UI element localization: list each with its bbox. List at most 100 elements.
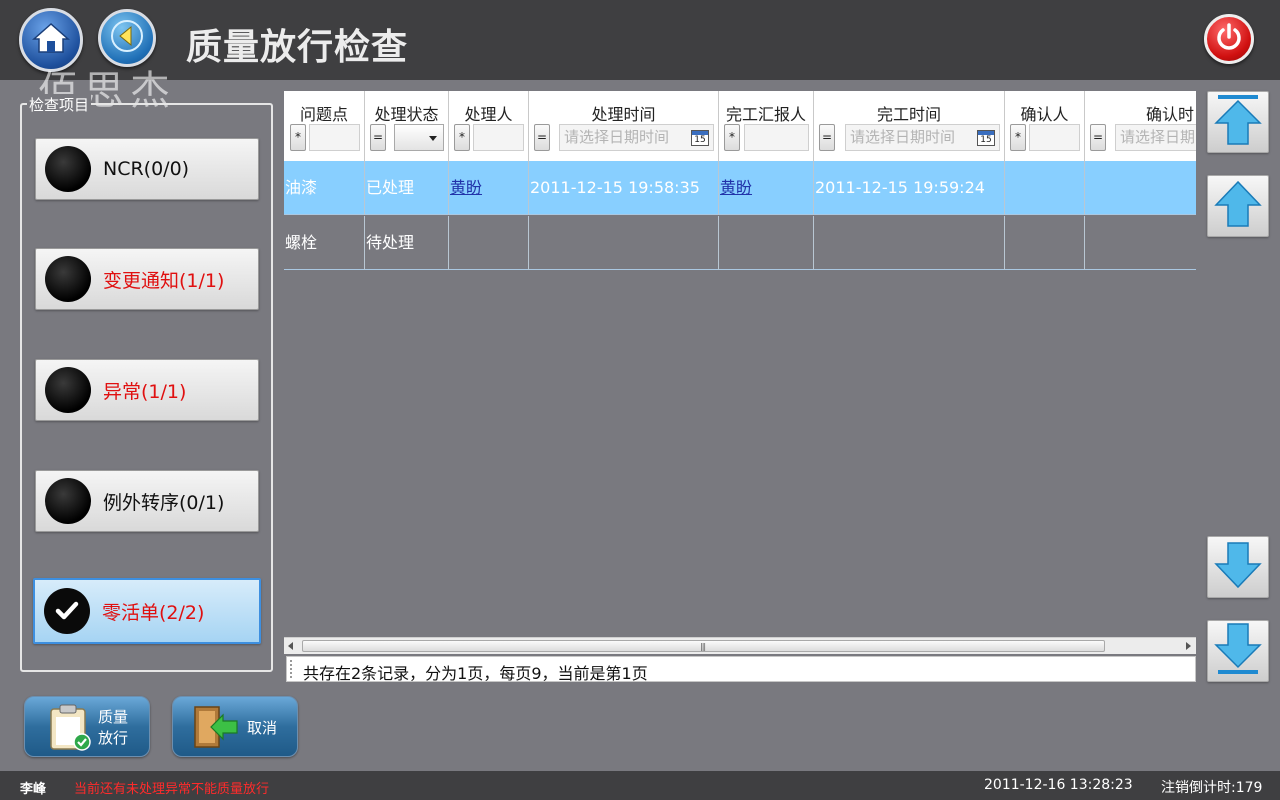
home-icon xyxy=(32,21,70,59)
scroll-top-button[interactable] xyxy=(1207,91,1269,153)
arrow-down-icon xyxy=(1212,539,1264,595)
table-cell: 2011-12-15 19:59:24 xyxy=(814,161,1005,215)
calendar-icon[interactable]: 15 xyxy=(691,130,709,146)
filter-operator-button[interactable]: = xyxy=(1090,124,1106,151)
table-row[interactable]: 油漆 已处理 黄盼 2011-12-15 19:58:35 黄盼 2011-12… xyxy=(284,161,1196,215)
filter-operator-button[interactable]: * xyxy=(1010,124,1026,151)
scroll-up-button[interactable] xyxy=(1207,175,1269,237)
grid-header: 问题点 * 处理状态 = 处理人 * 处理时间 = 请选择日期时间 15 完工汇… xyxy=(284,91,1196,161)
top-bar: 质量放行检查 xyxy=(0,0,1280,80)
category-label: 异常(1/1) xyxy=(103,380,187,403)
data-grid: 问题点 * 处理状态 = 处理人 * 处理时间 = 请选择日期时间 15 完工汇… xyxy=(284,91,1196,654)
arrow-up-to-top-icon xyxy=(1212,92,1264,152)
filter-input[interactable] xyxy=(744,124,809,151)
column-title: 完工时间 xyxy=(876,105,941,124)
status-dot-icon xyxy=(45,478,91,524)
status-bar: 李峰 当前还有未处理异常不能质量放行 2011-12-16 13:28:23 注… xyxy=(0,771,1280,800)
category-button-ncr[interactable]: NCR(0/0) xyxy=(35,138,259,200)
page-title: 质量放行检查 xyxy=(186,27,409,68)
scrollbar-thumb[interactable]: ||| xyxy=(302,640,1105,652)
filter-operator-button[interactable]: * xyxy=(454,124,470,151)
column-title: 问题点 xyxy=(299,105,348,124)
filter-operator-button[interactable]: = xyxy=(534,124,550,151)
column-title: 处理状态 xyxy=(374,105,439,124)
filter-input[interactable] xyxy=(1029,124,1080,151)
column-header-confirmer: 确认人 * xyxy=(1005,91,1085,161)
date-placeholder: 请选择日期 xyxy=(1120,128,1196,146)
door-exit-icon xyxy=(191,703,241,755)
calendar-icon[interactable]: 15 xyxy=(977,130,995,146)
scroll-down-button[interactable] xyxy=(1207,536,1269,598)
category-label: NCR(0/0) xyxy=(103,158,190,180)
filter-input[interactable] xyxy=(473,124,524,151)
column-title: 确认时 xyxy=(1146,105,1195,124)
table-cell xyxy=(719,216,814,270)
status-warning: 当前还有未处理异常不能质量放行 xyxy=(74,782,270,797)
table-cell: 待处理 xyxy=(365,216,449,270)
filter-operator-button[interactable]: * xyxy=(290,124,306,151)
column-header-confirm-time: 确认时 = 请选择日期 xyxy=(1085,91,1196,161)
table-cell: 已处理 xyxy=(365,161,449,215)
column-header-handler: 处理人 * xyxy=(449,91,529,161)
back-arrow-icon xyxy=(109,18,145,58)
date-placeholder: 请选择日期时间 xyxy=(850,128,956,146)
category-button-exception[interactable]: 异常(1/1) xyxy=(35,359,259,421)
filter-input[interactable] xyxy=(309,124,360,151)
column-title: 处理时间 xyxy=(591,105,656,124)
cancel-label: 取消 xyxy=(247,719,278,737)
table-cell xyxy=(449,216,529,270)
category-label: 变更通知(1/1) xyxy=(103,269,225,292)
handler-link[interactable]: 黄盼 xyxy=(449,161,529,215)
column-title: 处理人 xyxy=(464,105,513,124)
status-dot-icon xyxy=(45,146,91,192)
column-title: 完工汇报人 xyxy=(725,105,806,124)
release-label-line1: 质量 xyxy=(98,708,129,726)
column-header-completion-time: 完工时间 = 请选择日期时间 15 xyxy=(814,91,1005,161)
scroll-right-icon[interactable] xyxy=(1186,642,1191,650)
status-dot-icon xyxy=(45,256,91,302)
grip-icon: ||| xyxy=(700,642,706,651)
category-button-exception-transfer[interactable]: 例外转序(0/1) xyxy=(35,470,259,532)
table-cell xyxy=(1005,161,1085,215)
table-cell xyxy=(1005,216,1085,270)
filter-operator-button[interactable]: = xyxy=(370,124,386,151)
status-datetime: 2011-12-16 13:28:23 xyxy=(984,777,1133,793)
arrow-up-icon xyxy=(1212,178,1264,234)
column-header-issue: 问题点 * xyxy=(284,91,365,161)
date-filter-input[interactable]: 请选择日期 xyxy=(1115,124,1196,151)
filter-operator-button[interactable]: * xyxy=(724,124,740,151)
check-items-legend: 检查项目 xyxy=(27,94,92,115)
grip-handle-icon xyxy=(290,660,294,678)
table-cell: 油漆 xyxy=(284,161,365,215)
table-cell xyxy=(529,216,719,270)
date-filter-input[interactable]: 请选择日期时间 15 xyxy=(559,124,714,151)
checkmark-circle-icon xyxy=(44,588,90,634)
scroll-bottom-button[interactable] xyxy=(1207,620,1269,682)
filter-operator-button[interactable]: = xyxy=(819,124,835,151)
category-button-change-notice[interactable]: 变更通知(1/1) xyxy=(35,248,259,310)
pager-bar: 共存在2条记录，分为1页，每页9，当前是第1页 xyxy=(286,656,1196,683)
column-header-status: 处理状态 = xyxy=(365,91,449,161)
reporter-link[interactable]: 黄盼 xyxy=(719,161,814,215)
table-row[interactable]: 螺栓 待处理 xyxy=(284,216,1196,270)
power-button[interactable] xyxy=(1204,14,1254,64)
chevron-down-icon xyxy=(429,136,437,141)
table-cell: 螺栓 xyxy=(284,216,365,270)
column-header-completion-reporter: 完工汇报人 * xyxy=(719,91,814,161)
date-filter-input[interactable]: 请选择日期时间 15 xyxy=(845,124,1000,151)
clipboard-check-icon xyxy=(47,703,93,755)
logout-countdown: 注销倒计时:179 xyxy=(1161,780,1263,796)
status-filter-select[interactable] xyxy=(394,124,444,151)
horizontal-scrollbar[interactable]: ||| xyxy=(284,637,1196,654)
table-cell: 2011-12-15 19:58:35 xyxy=(529,161,719,215)
cancel-button[interactable]: 取消 xyxy=(172,696,298,757)
category-button-spare-order[interactable]: 零活单(2/2) xyxy=(33,578,261,644)
current-user: 李峰 xyxy=(20,782,47,797)
quality-release-button[interactable]: 质量 放行 xyxy=(24,696,150,757)
scroll-left-icon[interactable] xyxy=(288,642,293,650)
table-cell xyxy=(1085,216,1196,270)
table-cell xyxy=(814,216,1005,270)
status-dot-icon xyxy=(45,367,91,413)
column-header-handle-time: 处理时间 = 请选择日期时间 15 xyxy=(529,91,719,161)
column-title: 确认人 xyxy=(1020,105,1069,124)
